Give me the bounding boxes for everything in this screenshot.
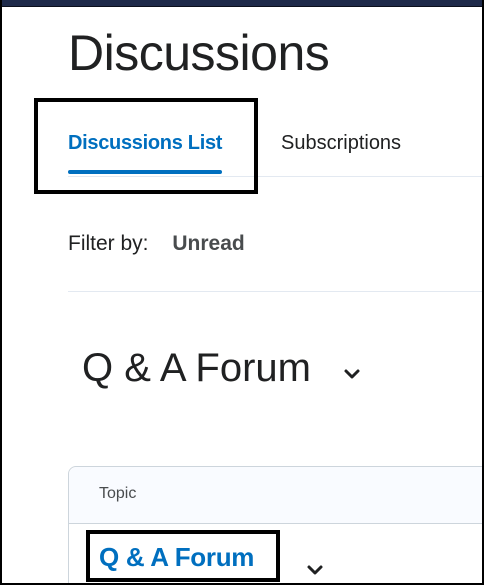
page-title: Discussions	[68, 25, 330, 81]
topic-menu-button[interactable]	[301, 556, 329, 583]
forum-menu-button[interactable]	[337, 359, 367, 389]
forum-heading: Q & A Forum	[82, 346, 367, 391]
tab-discussions-list[interactable]: Discussions List	[68, 128, 222, 174]
filter-unread-button[interactable]: Unread	[172, 232, 244, 255]
tab-bar: Discussions List Subscriptions	[68, 128, 482, 177]
divider	[68, 291, 482, 292]
filter-row: Filter by: Unread	[68, 232, 245, 256]
top-navigation-bar	[2, 0, 482, 7]
forum-title: Q & A Forum	[82, 346, 311, 390]
discussions-page: Discussions Discussions List Subscriptio…	[0, 0, 484, 585]
topic-table-header: Topic	[69, 467, 482, 524]
chevron-down-icon	[307, 565, 323, 575]
chevron-down-icon	[344, 369, 360, 378]
table-row: Q & A Forum	[69, 524, 482, 583]
filter-label: Filter by:	[68, 232, 149, 255]
tab-subscriptions[interactable]: Subscriptions	[281, 128, 401, 174]
topic-column-header: Topic	[99, 485, 137, 502]
topic-table: Topic Q & A Forum	[68, 466, 482, 583]
topic-link-q-and-a-forum[interactable]: Q & A Forum	[99, 542, 254, 573]
